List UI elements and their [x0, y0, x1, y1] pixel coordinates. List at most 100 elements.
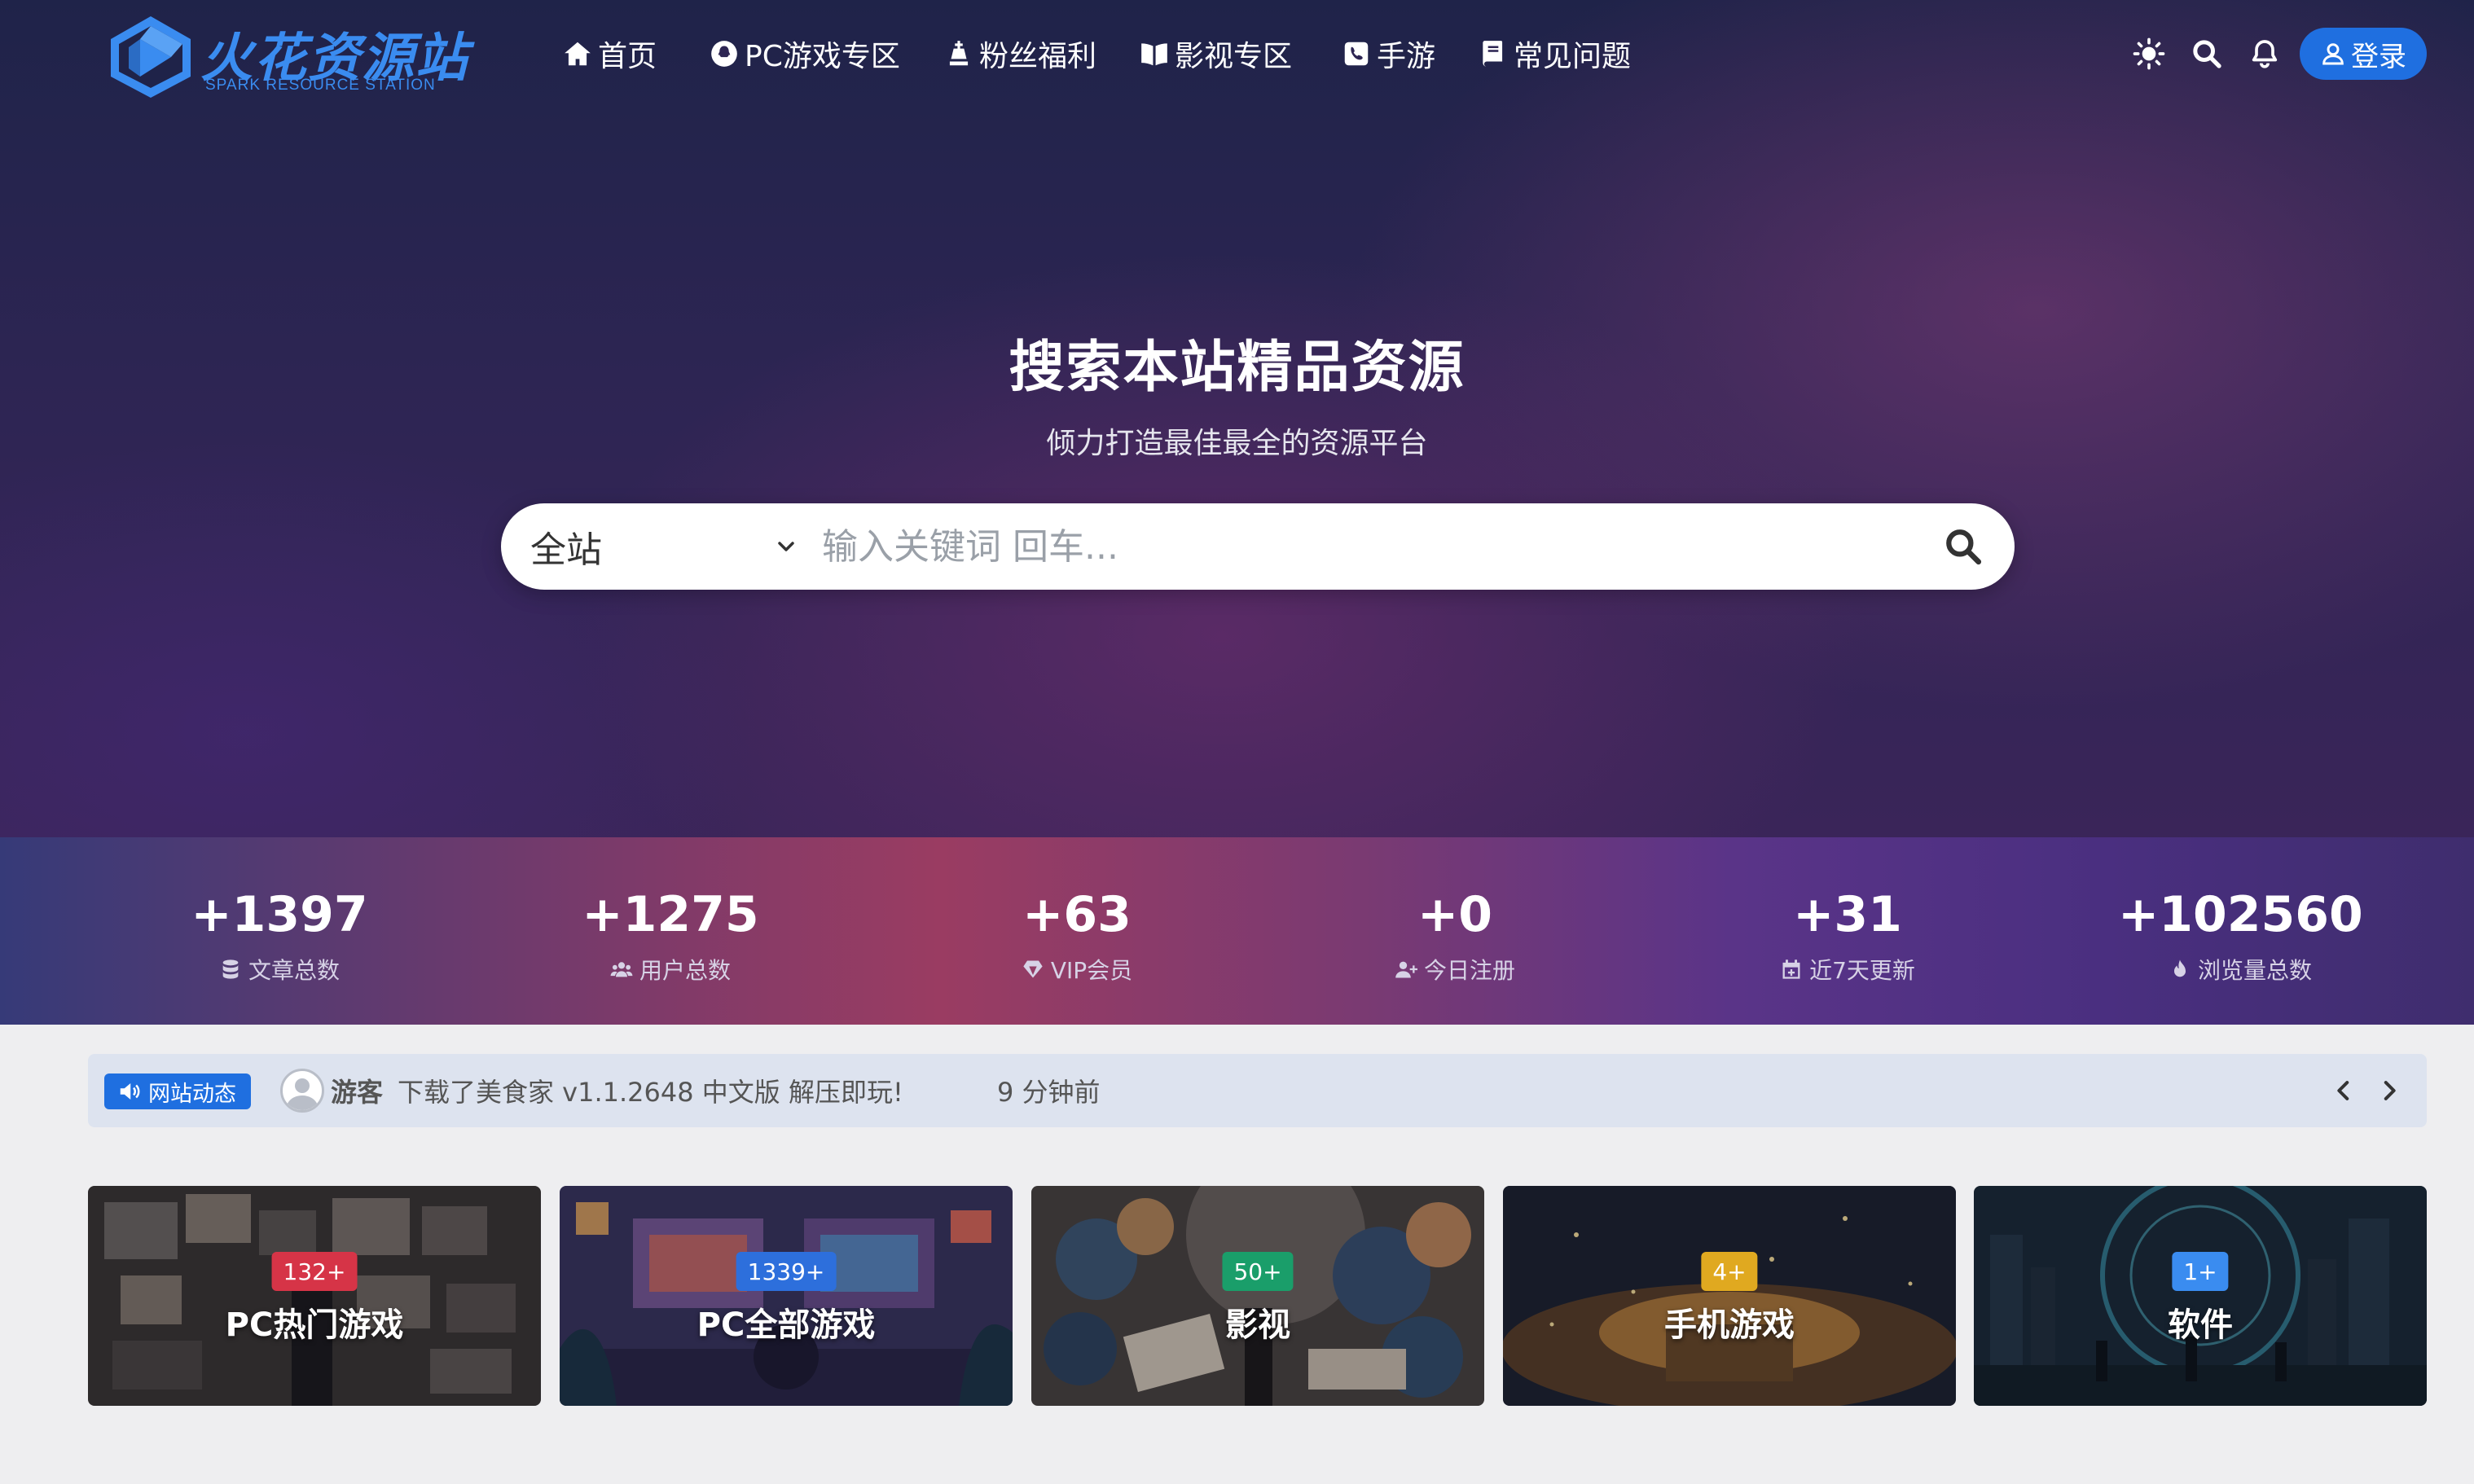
- hero-title: 搜索本站精品资源: [1008, 336, 1466, 400]
- prev-button[interactable]: [2330, 1077, 2358, 1104]
- database-icon: [222, 959, 239, 979]
- stat-vip: +63 VIP会员: [955, 886, 1199, 986]
- stat-value: +31: [1793, 886, 1902, 943]
- nav-item-label: PC游戏专区: [745, 40, 900, 73]
- category-card-movies[interactable]: 50+ 影视: [1031, 1186, 1484, 1406]
- card-overlay: [1974, 1186, 2427, 1406]
- book-icon: [1483, 41, 1503, 67]
- stat-users: +1275 用户总数: [548, 886, 793, 986]
- search-input[interactable]: [822, 518, 1881, 575]
- phone-icon: [1344, 42, 1369, 66]
- card-count-badge: 1+: [2172, 1252, 2229, 1291]
- activity-badge: 网站动态: [104, 1073, 251, 1109]
- chevron-left-icon: [2337, 1081, 2349, 1100]
- stat-label: 用户总数: [639, 957, 731, 984]
- activity-badge-label: 网站动态: [148, 1081, 236, 1107]
- stat-week-updates: +31 近7天更新: [1725, 886, 1970, 986]
- search-bar: 全站: [501, 503, 2015, 590]
- home-icon: [565, 42, 591, 66]
- stat-label-row: 用户总数: [548, 953, 793, 986]
- stat-value: +63: [1022, 886, 1132, 943]
- search-scope-select[interactable]: 全站: [530, 503, 799, 590]
- user-plus-icon: [1395, 961, 1417, 978]
- stat-label-row: 文章总数: [157, 953, 402, 986]
- card-title: PC热门游戏: [225, 1306, 404, 1344]
- stat-label-row: VIP会员: [955, 953, 1199, 986]
- qq-icon: [711, 41, 737, 67]
- stat-label-row: 浏览量总数: [2118, 953, 2362, 986]
- nav-item-fan-perks[interactable]: 粉丝福利: [943, 29, 1096, 78]
- category-card-software[interactable]: 1+ 软件: [1974, 1186, 2427, 1406]
- users-icon: [610, 962, 633, 977]
- category-card-pc-all[interactable]: 1339+ PC全部游戏: [560, 1186, 1013, 1406]
- hero-section: [0, 0, 2474, 837]
- stat-label: 近7天更新: [1809, 957, 1915, 984]
- card-count-badge: 4+: [1701, 1252, 1758, 1291]
- stat-label: 浏览量总数: [2197, 957, 2312, 984]
- category-card-pc-hot[interactable]: 132+ PC热门游戏: [88, 1186, 541, 1406]
- card-count-badge: 132+: [271, 1252, 358, 1291]
- search-scope-value: 全站: [530, 529, 602, 571]
- chess-king-icon: [949, 41, 969, 66]
- stat-label: 今日注册: [1423, 957, 1515, 984]
- site-logo[interactable]: 火花资源站 SPARK RESOURCE STATION: [106, 15, 468, 99]
- nav-item-home[interactable]: 首页: [562, 29, 657, 78]
- megaphone-icon: [120, 1083, 140, 1100]
- category-card-mobile-games[interactable]: 4+ 手机游戏: [1503, 1186, 1956, 1406]
- theme-toggle-icon[interactable]: [2133, 37, 2165, 70]
- stat-label: 文章总数: [248, 957, 340, 984]
- activity-text[interactable]: 下载了美食家 v1.1.2648 中文版 解压即玩!: [398, 1072, 903, 1109]
- nav-item-pc-games[interactable]: PC游戏专区: [709, 29, 900, 78]
- top-navbar: 火花资源站 SPARK RESOURCE STATION 首页 PC游戏专区 粉…: [0, 0, 2474, 110]
- book-open-icon: [1141, 43, 1167, 66]
- search-icon: [1946, 529, 1982, 565]
- card-overlay: [1503, 1186, 1956, 1406]
- nav-item-movies[interactable]: 影视专区: [1139, 29, 1292, 78]
- login-button[interactable]: 登录: [2300, 28, 2427, 80]
- stat-value: +0: [1417, 886, 1493, 943]
- activity-time: 9 分钟前: [997, 1077, 1101, 1108]
- stat-articles: +1397 文章总数: [157, 886, 402, 986]
- avatar: [280, 1069, 324, 1113]
- nav-item-label: 首页: [598, 40, 657, 73]
- stat-value: +102560: [2118, 886, 2363, 943]
- card-title: PC全部游戏: [696, 1306, 876, 1344]
- hero-subtitle: 倾力打造最佳最全的资源平台: [1046, 427, 1428, 460]
- stat-value: +1275: [582, 886, 759, 943]
- stat-label-row: 近7天更新: [1725, 953, 1970, 986]
- site-stats: +1397 文章总数 +1275 用户总数 +63 VIP会员 +0 今日注册 …: [0, 837, 2474, 1025]
- nav-item-mobile-games[interactable]: 手游: [1341, 29, 1435, 78]
- stat-total-views: +102560 浏览量总数: [2118, 886, 2363, 986]
- card-count-badge: 50+: [1222, 1252, 1294, 1291]
- login-label: 登录: [2351, 40, 2406, 73]
- nav-item-label: 影视专区: [1175, 40, 1293, 73]
- card-overlay: [560, 1186, 1013, 1406]
- nav-item-label: 手游: [1377, 40, 1436, 73]
- nav-item-faq[interactable]: 常见问题: [1478, 29, 1631, 78]
- nav-item-label: 粉丝福利: [979, 40, 1097, 73]
- user-icon: [2322, 43, 2344, 65]
- search-submit-button[interactable]: [1943, 526, 1984, 567]
- site-activity-bar: 网站动态 游客 下载了美食家 v1.1.2648 中文版 解压即玩! 9 分钟前: [88, 1054, 2427, 1127]
- bell-icon[interactable]: [2248, 37, 2281, 70]
- search-icon[interactable]: [2191, 37, 2223, 70]
- nav-item-label: 常见问题: [1514, 40, 1632, 73]
- card-title: 手机游戏: [1664, 1306, 1795, 1344]
- default-avatar-icon: [286, 1078, 319, 1110]
- logo-mark-icon: [111, 16, 191, 98]
- stat-today-registered: +0 今日注册: [1333, 886, 1577, 986]
- chevron-down-icon: [778, 542, 794, 551]
- fire-icon: [2173, 959, 2186, 977]
- next-button[interactable]: [2375, 1077, 2403, 1104]
- card-overlay: [88, 1186, 541, 1406]
- diamond-icon: [1023, 960, 1043, 978]
- logo-subtitle: SPARK RESOURCE STATION: [205, 77, 436, 94]
- card-overlay: [1031, 1186, 1484, 1406]
- card-title: 软件: [2168, 1306, 2233, 1344]
- chevron-right-icon: [2384, 1081, 2396, 1100]
- stat-label: VIP会员: [1050, 957, 1133, 984]
- activity-user: 游客: [331, 1077, 384, 1108]
- stat-label-row: 今日注册: [1333, 953, 1577, 986]
- card-title: 影视: [1225, 1306, 1290, 1344]
- calendar-icon: [1782, 959, 1800, 979]
